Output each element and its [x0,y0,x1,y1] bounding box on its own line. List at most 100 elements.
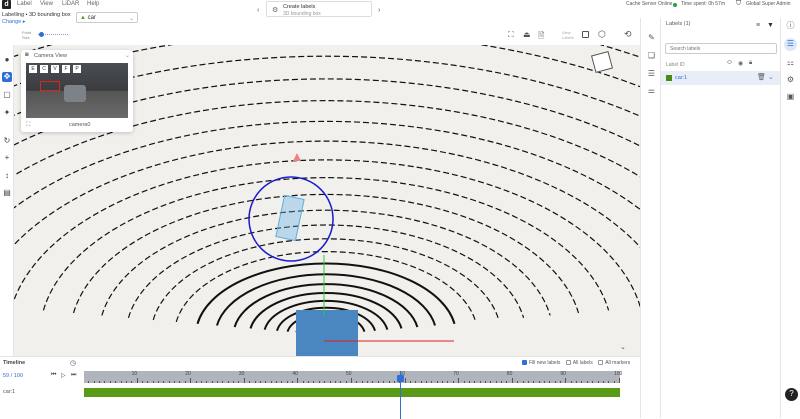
ruler-tick [576,381,578,383]
move-handle[interactable] [293,153,301,161]
ruler-label: 30 [238,371,245,377]
lasso-icon[interactable]: ↻ [2,136,12,146]
ruler-tick [608,381,610,383]
trash-icon[interactable]: 🗑︎ [757,73,766,81]
label-id[interactable]: car:1 [675,75,687,81]
search-labels-input[interactable] [665,43,777,54]
view-box-icon[interactable] [582,31,589,38]
ruler-tick [179,381,181,383]
slider-thumb[interactable] [39,32,44,37]
ruler-tick [195,381,197,383]
collapse-icon[interactable]: ⌄ [125,52,130,59]
transform-icon[interactable]: ✦ [2,108,12,118]
right-icon-bar: ⓘ ☰ ⚏ ⚙ ▣ ? [780,18,800,418]
ruler-tick [527,381,529,383]
box-tool-icon[interactable]: ▢ [2,90,12,100]
playhead-handle[interactable] [397,375,405,382]
camera-mode-button[interactable]: F [62,65,70,73]
fill-new-labels-checkbox[interactable] [522,360,527,366]
list-icon[interactable]: ☰ [646,68,657,79]
ruler-tick [265,381,267,383]
chevron-down-icon[interactable]: ⌄ [620,343,626,351]
layers-icon[interactable]: ❏ [646,50,657,61]
add-icon[interactable]: ● [2,55,12,65]
eye-icon[interactable]: ◉ [738,60,743,67]
camera-mode-button[interactable]: C [40,65,48,73]
ruler-tick [383,381,385,383]
history-icon[interactable]: ⟲ [624,29,632,40]
expand-icon[interactable]: ⛶ [26,122,30,129]
camera-mode-button[interactable]: E [29,65,37,73]
ruler-tick [147,381,149,383]
camera-image[interactable]: ECVFP [26,63,128,118]
clock-icon[interactable]: ◷ [70,359,76,367]
ruler-tick [190,378,192,383]
all-markers-checkbox[interactable] [598,360,604,366]
change-button[interactable]: Change ▸ [2,19,26,25]
camera-mode-button[interactable]: P [73,65,81,73]
select-tool-icon[interactable]: ✥ [2,72,12,82]
prev-task-icon[interactable]: ‹ [257,7,259,14]
sliders-icon[interactable]: ⚌ [646,85,657,96]
next-frame-icon[interactable]: ⏭ [71,372,76,379]
height-icon[interactable]: ↕ [2,171,12,181]
ruler-tick [426,381,428,383]
ruler-label: 20 [185,371,191,377]
ruler-tick [367,381,369,383]
class-icon: ▲ [80,15,86,21]
ruler-tick [597,381,599,383]
play-icon[interactable]: ▷ [61,372,66,379]
crosshair-icon[interactable]: + [2,153,12,163]
labels-list-icon[interactable]: ☰ [784,38,797,51]
ruler-label: 80 [506,371,513,377]
track-label: car:1 [3,389,16,395]
ruler-tick [88,381,90,383]
class-select[interactable]: ▲ car ⌄ [76,12,138,23]
tag-icon[interactable]: ⬭ [727,60,732,67]
next-task-icon[interactable]: › [378,7,380,14]
ruler-tick [168,381,170,383]
info-icon[interactable]: ⓘ [785,20,796,31]
lidar-ring [14,140,640,248]
ruler-tick [474,381,476,383]
ruler-tick [377,381,379,383]
menu-view[interactable]: View [40,1,53,7]
fill-new-labels-label: Fill new labels [529,360,561,366]
help-icon[interactable]: ? [785,388,798,401]
attributes-icon[interactable]: ⚏ [785,57,796,68]
playhead[interactable] [397,371,405,419]
menu-label[interactable]: Label [17,1,32,7]
task-card: ⚙ Create labels 3D bounding box [266,1,372,17]
menu-lidar[interactable]: LiDAR [62,1,79,7]
ruler-tick [158,381,160,383]
bounding-box-car-1[interactable] [275,194,305,242]
edit-icon[interactable]: ✎ [646,32,657,43]
camera-fit-icon[interactable]: ⛶ [508,30,514,40]
ruler-tick [318,381,320,383]
prev-frame-icon[interactable]: ⏮ [51,372,56,379]
view-polygon-icon[interactable]: ⬡ [598,29,606,40]
ruler-tick [554,381,556,383]
label-track[interactable] [84,388,620,397]
ruler-tick [447,381,449,383]
lock-icon[interactable]: 🔒︎ [749,60,752,67]
timeline-ruler[interactable]: 10 20 30 40 50 60 70 80 90 100 [84,371,622,383]
feedback-icon[interactable]: ▣ [785,91,796,102]
file-settings-icon[interactable]: 🗎 [538,30,544,44]
chevron-down-icon[interactable]: ⌄ [768,73,774,81]
ruler-tick [468,381,470,383]
ground-icon[interactable]: ⏏ [523,30,531,39]
ruler-tick [495,381,497,383]
point-size-slider[interactable] [38,32,68,37]
user-name[interactable]: Global Super Admin [746,1,790,7]
settings-icon[interactable]: ⚙ [785,74,796,85]
ruler-tick [302,381,304,383]
sort-icon[interactable]: ≡ [756,22,760,29]
all-labels-checkbox[interactable] [565,360,571,366]
menu-help[interactable]: Help [87,1,99,7]
comment-icon[interactable]: ▤ [2,188,12,198]
label-row[interactable]: car:1 🗑︎ ⌄ [661,71,780,85]
filter-icon[interactable]: ▼ [767,22,774,29]
app-logo: d [2,0,11,9]
camera-mode-button[interactable]: V [51,65,59,73]
